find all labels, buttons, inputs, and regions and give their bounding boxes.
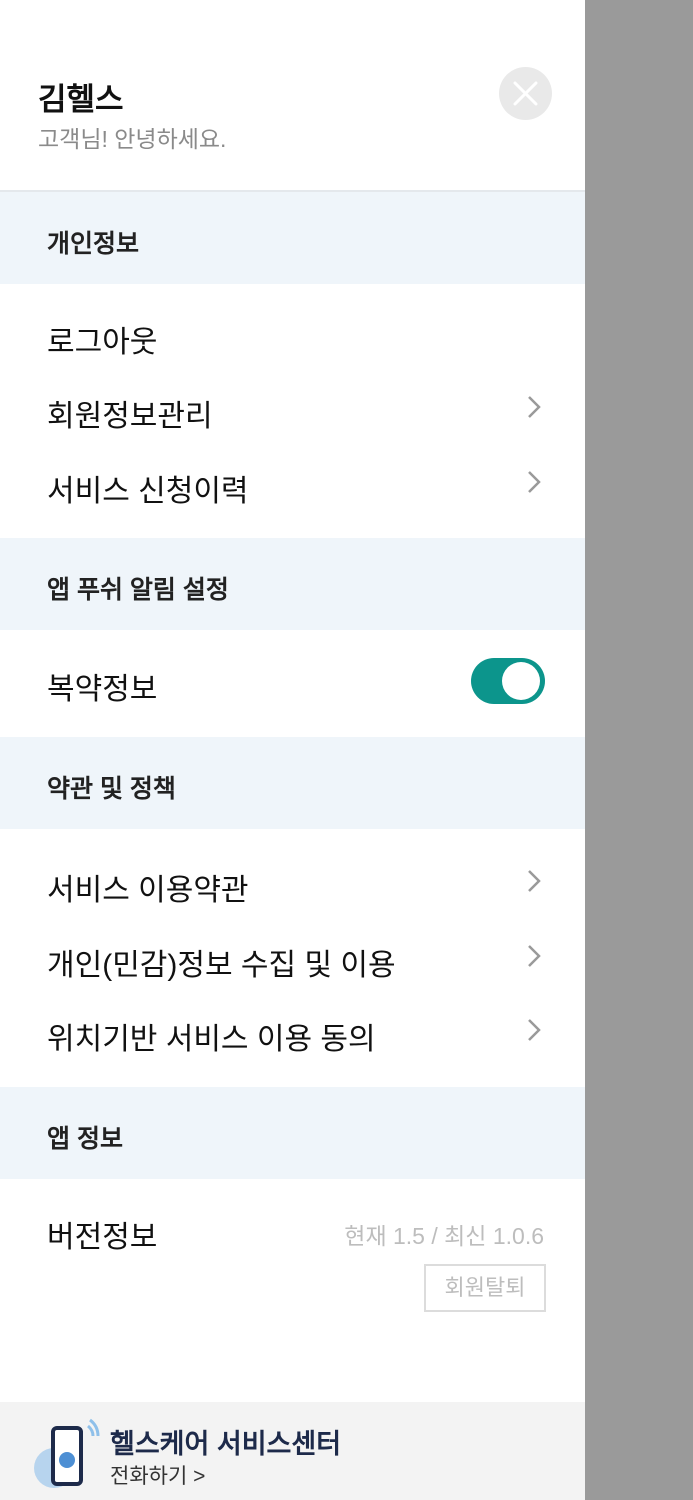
menu-item-terms-of-service[interactable]: 서비스 이용약관 (0, 853, 585, 913)
chevron-right-icon (528, 396, 541, 418)
menu-item-logout[interactable]: 로그아웃 (0, 305, 585, 365)
medication-push-toggle[interactable] (471, 658, 545, 704)
menu-item-label: 서비스 이용약관 (47, 874, 249, 907)
chevron-right-icon (528, 1019, 541, 1041)
section-header-push: 앱 푸쉬 알림 설정 (0, 538, 585, 630)
menu-item-label: 서비스 신청이력 (47, 475, 249, 508)
menu-item-label: 버전정보 (47, 1221, 158, 1254)
close-button[interactable] (499, 67, 552, 120)
menu-item-label: 개인(민감)정보 수집 및 이용 (47, 949, 396, 982)
greeting-text: 고객님! 안녕하세요. (38, 126, 227, 152)
menu-item-label: 로그아웃 (47, 326, 158, 359)
drawer-header: 김헬스 고객님! 안녕하세요. (0, 0, 585, 192)
section-title: 앱 정보 (47, 1125, 123, 1153)
menu-item-label: 위치기반 서비스 이용 동의 (47, 1023, 376, 1056)
section-header-app-info: 앱 정보 (0, 1087, 585, 1179)
menu-item-label: 복약정보 (47, 673, 158, 706)
close-icon (513, 81, 538, 106)
menu-item-member-info[interactable]: 회원정보관리 (0, 379, 585, 439)
section-header-personal: 개인정보 (0, 192, 585, 284)
toggle-knob (502, 662, 540, 700)
menu-item-label: 회원정보관리 (47, 400, 213, 433)
menu-item-location-consent[interactable]: 위치기반 서비스 이용 동의 (0, 1002, 585, 1062)
menu-item-privacy-collection[interactable]: 개인(민감)정보 수집 및 이용 (0, 928, 585, 988)
call-link[interactable]: 전화하기 > (110, 1460, 205, 1490)
chevron-right-icon (528, 945, 541, 967)
footer-title: 헬스케어 서비스센터 (110, 1429, 342, 1459)
section-title: 개인정보 (47, 230, 140, 258)
chevron-right-icon (528, 471, 541, 493)
menu-item-service-history[interactable]: 서비스 신청이력 (0, 454, 585, 514)
user-name: 김헬스 (38, 82, 124, 117)
chevron-right-icon (528, 870, 541, 892)
version-text: 현재 1.5 / 최신 1.0.6 (344, 1223, 544, 1249)
section-title: 약관 및 정책 (47, 775, 176, 803)
section-title: 앱 푸쉬 알림 설정 (47, 576, 229, 604)
phone-call-icon (34, 1418, 100, 1488)
service-center-footer[interactable]: 헬스케어 서비스센터 전화하기 > (0, 1402, 585, 1500)
dim-overlay[interactable] (585, 0, 693, 1500)
section-header-terms: 약관 및 정책 (0, 737, 585, 829)
withdraw-button[interactable]: 회원탈퇴 (424, 1264, 546, 1312)
side-drawer: 김헬스 고객님! 안녕하세요. 개인정보 로그아웃 회원정보관리 서비스 신청이… (0, 0, 585, 1500)
